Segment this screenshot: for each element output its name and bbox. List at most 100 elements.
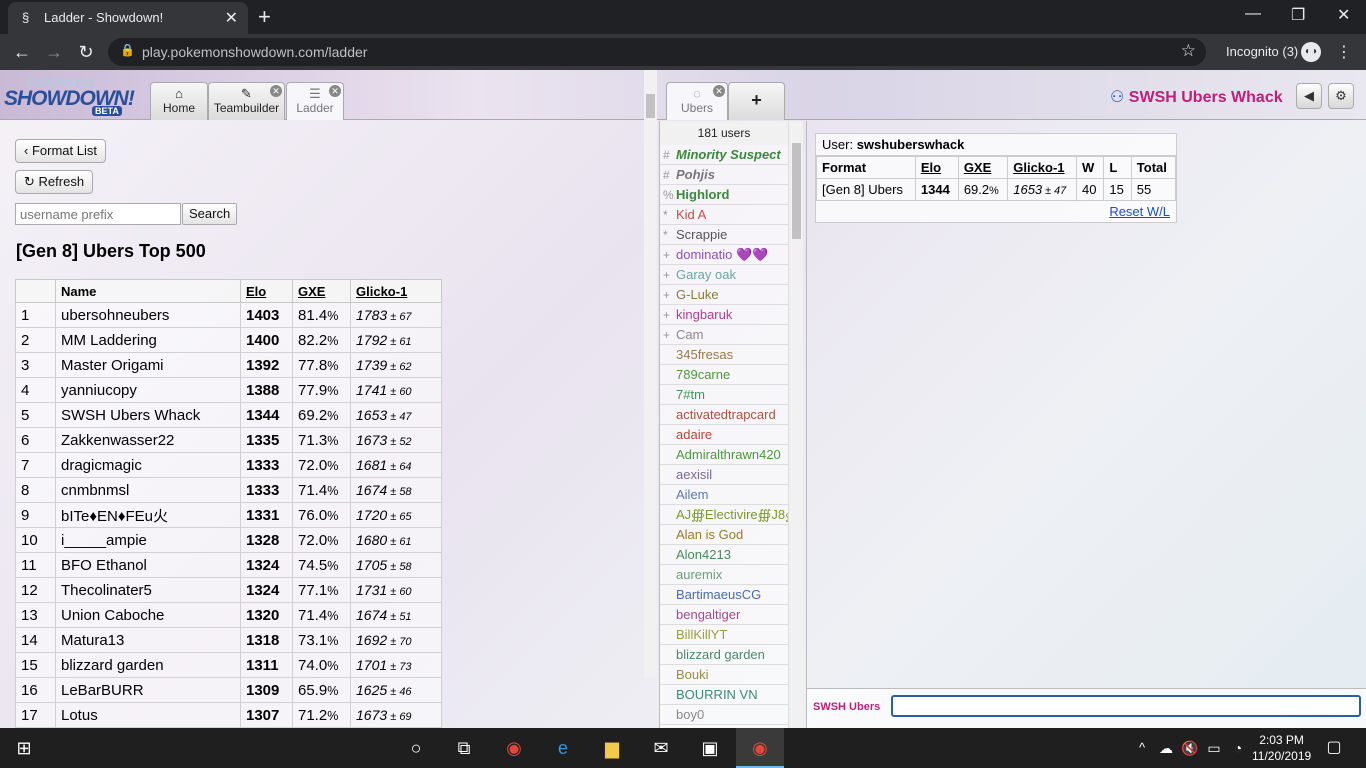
- userlist-scroll-thumb[interactable]: [792, 143, 801, 239]
- mail-icon[interactable]: ✉: [649, 736, 673, 760]
- close-teambuilder-icon[interactable]: ✕: [270, 85, 282, 97]
- user-list-item[interactable]: aexisil: [660, 465, 788, 485]
- ladder-username[interactable]: dragicmagic: [55, 452, 241, 478]
- add-room-button[interactable]: +: [728, 82, 785, 120]
- ladder-username[interactable]: i_____ampie: [55, 527, 241, 553]
- tab-ubers-room[interactable]: ◌ Ubers ✕: [666, 82, 728, 120]
- restore-button[interactable]: ❐: [1291, 5, 1305, 25]
- bookmark-star-icon[interactable]: ☆: [1181, 41, 1196, 61]
- close-ladder-icon[interactable]: ✕: [329, 85, 341, 97]
- notifications-icon[interactable]: ▢: [1322, 736, 1346, 760]
- chat-input[interactable]: [891, 695, 1361, 717]
- address-bar[interactable]: 🔒 play.pokemonshowdown.com/ladder ☆: [108, 38, 1206, 66]
- format-list-button[interactable]: ‹ Format List: [15, 139, 106, 163]
- browser-tab[interactable]: § Ladder - Showdown! ✕: [8, 2, 248, 34]
- user-list-item[interactable]: BOURRIN VN: [660, 685, 788, 705]
- ladder-username[interactable]: MM Laddering: [55, 327, 241, 353]
- sound-button[interactable]: ◀: [1296, 83, 1322, 109]
- browser-menu-icon[interactable]: ⋮: [1336, 42, 1352, 62]
- col-elo[interactable]: Elo: [240, 279, 293, 303]
- user-list-item[interactable]: bengaltiger: [660, 605, 788, 625]
- ladder-username[interactable]: Zakkenwasser22: [55, 427, 241, 453]
- forward-icon[interactable]: →: [42, 40, 66, 64]
- user-list-item[interactable]: BillKillYT: [660, 625, 788, 645]
- user-list-item[interactable]: Alan is God: [660, 525, 788, 545]
- user-list-item[interactable]: adaire: [660, 425, 788, 445]
- user-count[interactable]: 181 users: [660, 121, 788, 145]
- ladder-username[interactable]: blizzard garden: [55, 652, 241, 678]
- reload-icon[interactable]: ↻: [74, 40, 98, 64]
- ladder-username[interactable]: SWSH Ubers Whack: [55, 402, 241, 428]
- ladder-username[interactable]: bITe♦EN♦FEu火: [55, 502, 241, 528]
- minimize-button[interactable]: —: [1245, 5, 1261, 23]
- showdown-logo[interactable]: Pokémon SHOWDOWN! BETA: [4, 74, 146, 118]
- tab-teambuilder[interactable]: ✎ Teambuilder ✕: [208, 82, 285, 120]
- user-list-item[interactable]: blizzard garden: [660, 645, 788, 665]
- system-clock[interactable]: 2:03 PM 11/20/2019: [1252, 732, 1311, 764]
- ladder-username[interactable]: LeBarBURR: [55, 677, 241, 703]
- back-icon[interactable]: ←: [10, 40, 34, 64]
- tab-home[interactable]: ⌂ Home: [150, 82, 208, 120]
- chrome-active-icon[interactable]: ◉: [736, 728, 784, 768]
- user-list-item[interactable]: + G-Luke: [660, 285, 788, 305]
- user-list-item[interactable]: 7#tm: [660, 385, 788, 405]
- user-list-item[interactable]: 789carne: [660, 365, 788, 385]
- ladder-username[interactable]: Matura13: [55, 627, 241, 653]
- user-list-item[interactable]: Bouki: [660, 665, 788, 685]
- user-list-item[interactable]: # Minority Suspect: [660, 145, 788, 165]
- close-window-button[interactable]: ✕: [1337, 5, 1350, 25]
- incognito-label[interactable]: Incognito (3): [1226, 44, 1298, 59]
- user-list-item[interactable]: Admiralthrawn420: [660, 445, 788, 465]
- username-prefix-input[interactable]: [15, 203, 181, 225]
- user-list-item[interactable]: 345fresas: [660, 345, 788, 365]
- user-list-item[interactable]: auremix: [660, 565, 788, 585]
- new-tab-button[interactable]: +: [258, 4, 271, 30]
- ladder-username[interactable]: Union Caboche: [55, 602, 241, 628]
- show-hidden-icons[interactable]: ^: [1130, 736, 1154, 760]
- col-gxe[interactable]: GXE: [292, 279, 351, 303]
- user-list-item[interactable]: * Scrappie: [660, 225, 788, 245]
- ladder-username[interactable]: yanniucopy: [55, 377, 241, 403]
- ladder-scroll-thumb[interactable]: [646, 94, 655, 118]
- edge-icon[interactable]: e: [551, 736, 575, 760]
- incognito-icon[interactable]: ◐◑: [1301, 42, 1321, 62]
- ladder-username[interactable]: Thecolinater5: [55, 577, 241, 603]
- ladder-username[interactable]: Master Origami: [55, 352, 241, 378]
- search-button[interactable]: Search: [182, 203, 238, 225]
- close-tab-icon[interactable]: ✕: [225, 8, 238, 28]
- user-list-item[interactable]: + Cam: [660, 325, 788, 345]
- user-list-item[interactable]: # Pohjis: [660, 165, 788, 185]
- user-list-item[interactable]: % Highlord: [660, 185, 788, 205]
- options-button[interactable]: ⚙: [1328, 83, 1354, 109]
- user-list-item[interactable]: * Kid A: [660, 205, 788, 225]
- wifi-icon[interactable]: ◔: [1226, 736, 1250, 760]
- userlist-scrollbar[interactable]: [788, 121, 803, 728]
- ladder-username[interactable]: BFO Ethanol: [55, 552, 241, 578]
- chrome-icon[interactable]: ◉: [502, 736, 526, 760]
- user-list-item[interactable]: + dominatio 💜💜: [660, 245, 788, 265]
- user-list-item[interactable]: Ailem: [660, 485, 788, 505]
- store-icon[interactable]: ▣: [698, 736, 722, 760]
- ladder-username[interactable]: Lotus: [55, 702, 241, 728]
- file-explorer-icon[interactable]: ▆: [600, 736, 624, 760]
- volume-muted-icon[interactable]: 🔇: [1178, 736, 1202, 760]
- tab-ladder[interactable]: ☰ Ladder ✕: [286, 82, 344, 120]
- user-list-item[interactable]: + kingbaruk: [660, 305, 788, 325]
- current-user[interactable]: ⚇ SWSH Ubers Whack: [1110, 87, 1283, 107]
- user-list-item[interactable]: + Garay oak: [660, 265, 788, 285]
- user-list-item[interactable]: AJ∰Electivire∰J8∰: [660, 505, 788, 525]
- ladder-username[interactable]: ubersohneubers: [55, 302, 241, 328]
- reset-wl-link[interactable]: Reset W/L: [816, 201, 1176, 222]
- close-ubers-icon[interactable]: ✕: [713, 85, 725, 97]
- cortana-icon[interactable]: ○: [404, 736, 428, 760]
- refresh-button[interactable]: ↻ Refresh: [15, 170, 94, 194]
- network-alert-icon[interactable]: ☁: [1154, 736, 1178, 760]
- user-list-item[interactable]: Alon4213: [660, 545, 788, 565]
- battery-icon[interactable]: ▭: [1202, 736, 1226, 760]
- ladder-username[interactable]: cnmbnmsl: [55, 477, 241, 503]
- user-list-item[interactable]: activatedtrapcard: [660, 405, 788, 425]
- windows-start-icon[interactable]: ⊞: [12, 736, 36, 760]
- user-list-item[interactable]: BartimaeusCG: [660, 585, 788, 605]
- col-glicko[interactable]: Glicko-1: [350, 279, 442, 303]
- ladder-scrollbar[interactable]: [644, 70, 657, 677]
